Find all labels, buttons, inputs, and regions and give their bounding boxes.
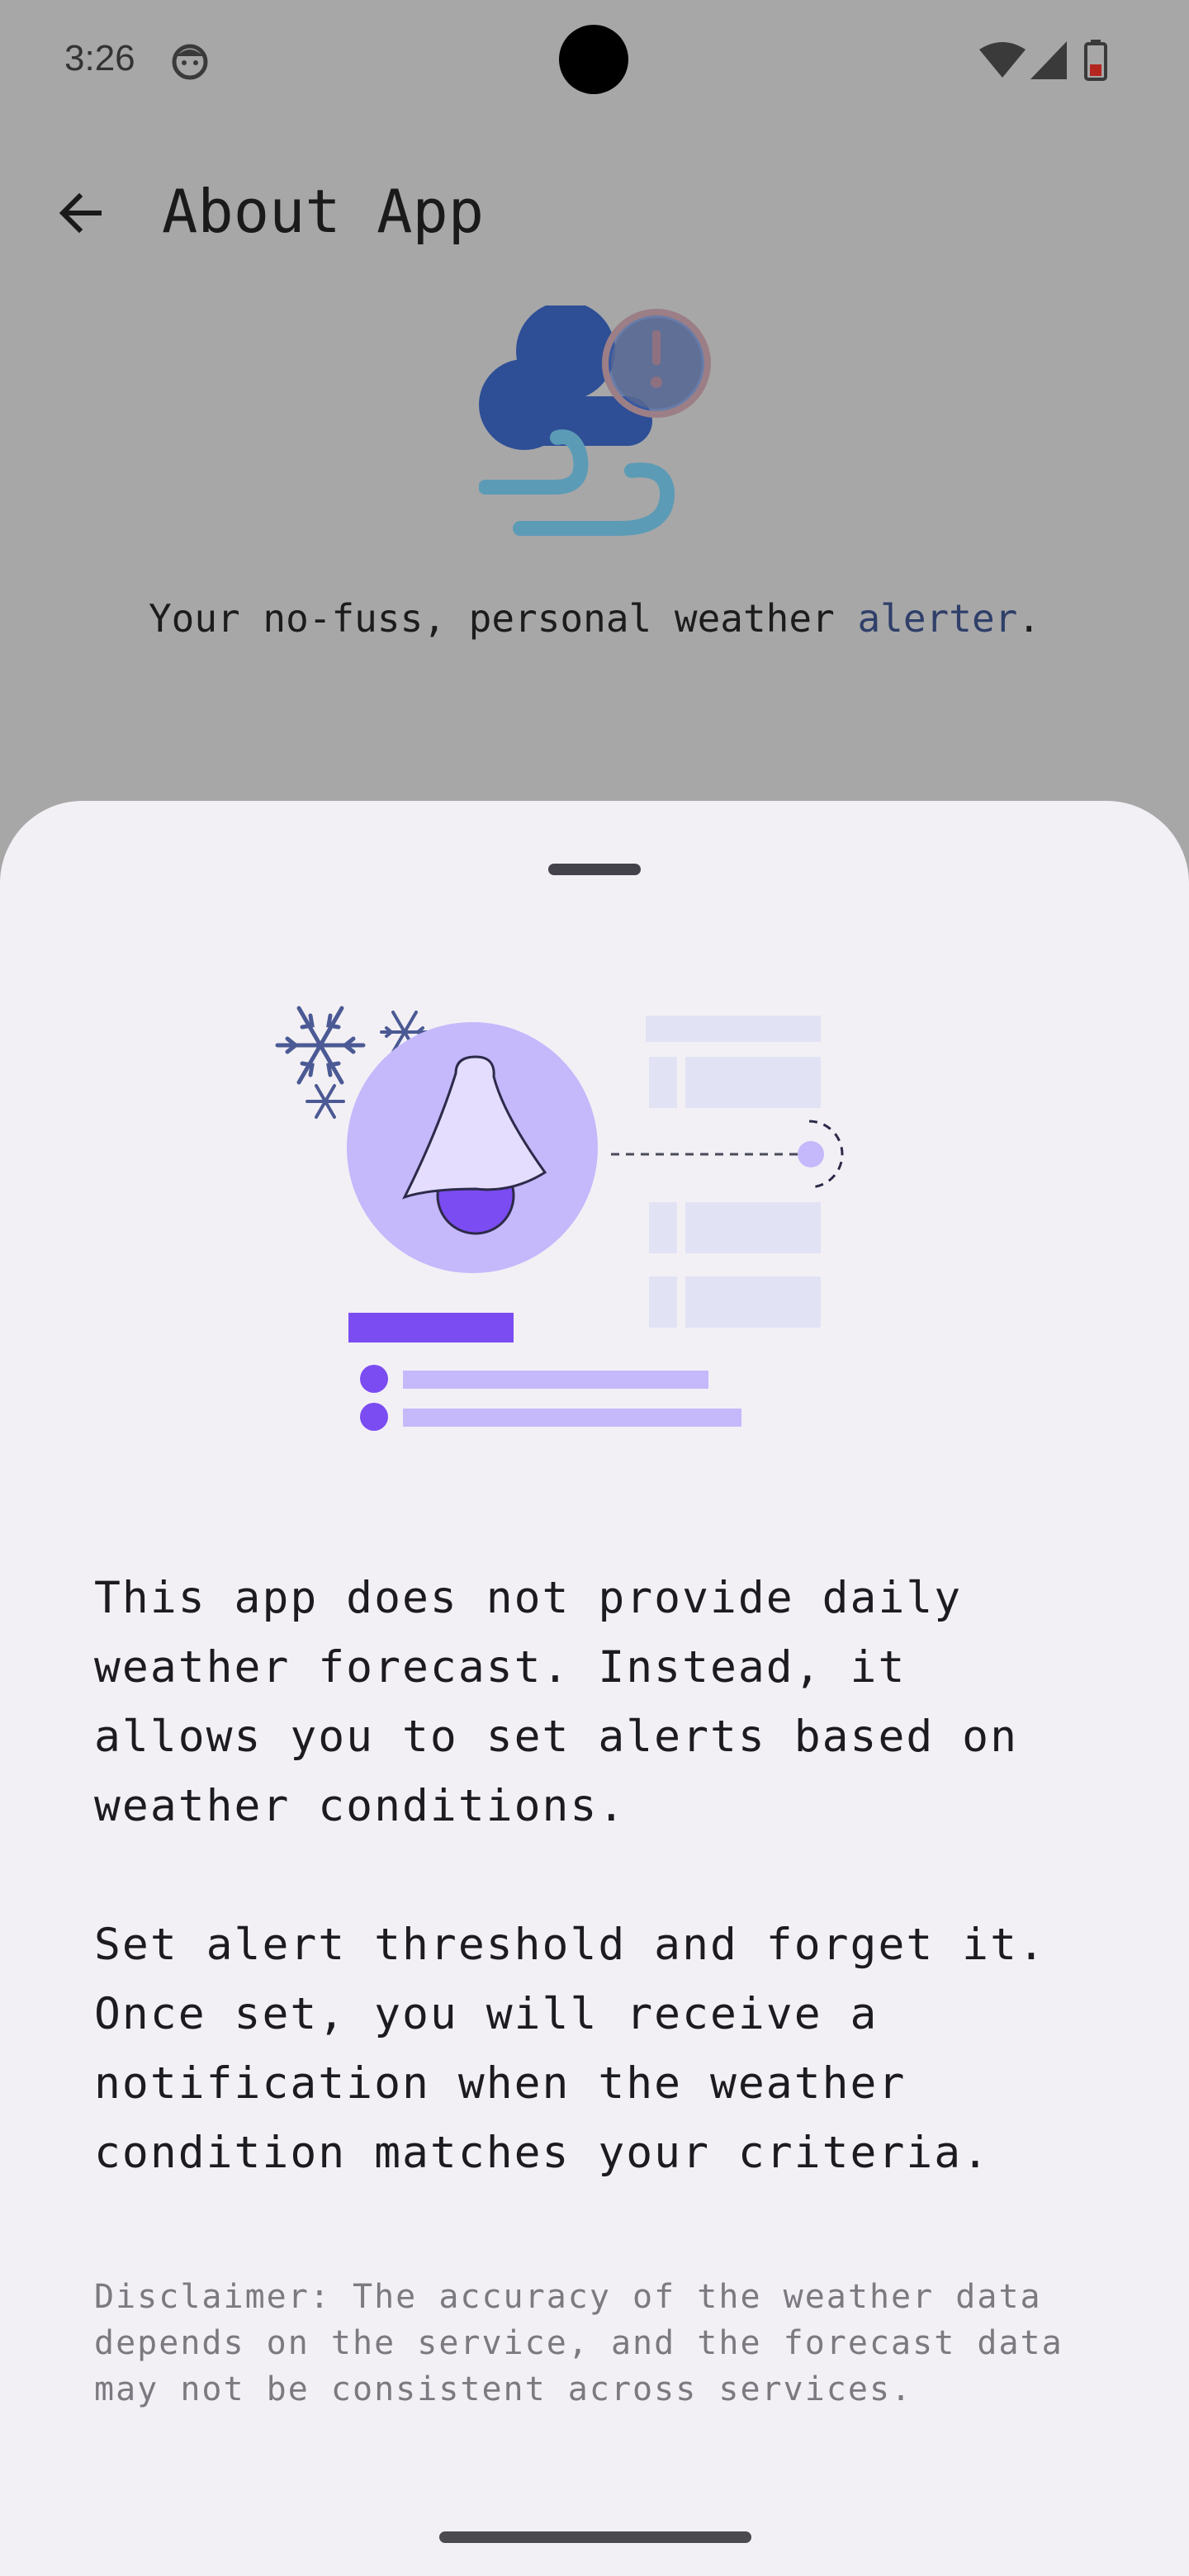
cell-signal-icon bbox=[1030, 41, 1067, 79]
tagline-suffix: . bbox=[1017, 596, 1041, 641]
about-app-screen: 3:26 About App Your no-fuss, personal we… bbox=[0, 0, 1189, 2576]
status-bar: 3:26 bbox=[0, 0, 1189, 124]
wifi-icon bbox=[979, 42, 1026, 78]
back-button[interactable] bbox=[41, 173, 121, 253]
description-paragraph-1: This app does not provide daily weather … bbox=[94, 1573, 1018, 1831]
battery-icon bbox=[1084, 40, 1107, 81]
about-bottom-sheet: This app does not provide daily weather … bbox=[0, 801, 1189, 2576]
home-indicator[interactable] bbox=[439, 2531, 751, 2543]
disclaimer-text: Disclaimer: The accuracy of the weather … bbox=[94, 2278, 1063, 2408]
tagline-accent: alerter bbox=[857, 596, 1018, 641]
tagline-text: Your no-fuss, personal weather bbox=[148, 596, 858, 641]
drag-handle[interactable] bbox=[548, 864, 641, 875]
tagline: Your no-fuss, personal weather alerter. bbox=[0, 596, 1189, 641]
arrow-left-icon bbox=[59, 192, 102, 234]
status-time: 3:26 bbox=[64, 38, 135, 78]
weather-alert-cloud-icon bbox=[479, 305, 711, 536]
face-icon bbox=[172, 44, 208, 80]
description-paragraph-2: Set alert threshold and forget it. Once … bbox=[94, 1920, 1046, 2178]
page-title: About App bbox=[162, 177, 485, 246]
notification-bell-illustration bbox=[275, 1006, 844, 1431]
camera-cutout bbox=[559, 25, 628, 94]
